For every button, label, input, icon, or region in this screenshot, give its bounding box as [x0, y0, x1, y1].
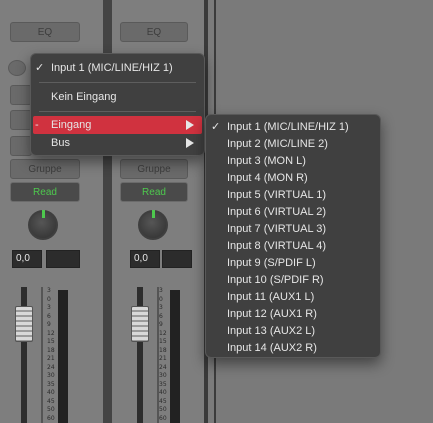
checkmark-icon: ✓	[35, 62, 45, 74]
scale-tick-label: 3	[47, 304, 51, 311]
submenu-item-label: Input 11 (AUX1 L)	[227, 291, 315, 303]
send-value	[162, 250, 192, 268]
submenu-item-input[interactable]: Input 6 (VIRTUAL 2)	[206, 203, 380, 221]
scale-tick-label: 15	[47, 338, 55, 345]
pan-knob[interactable]	[138, 210, 168, 240]
scale-tick-label: 50	[47, 406, 55, 413]
scale-tick-label: 18	[47, 346, 55, 354]
scale-tick-label: 45	[159, 397, 167, 405]
submenu-item-input[interactable]: Input 13 (AUX2 L)	[206, 322, 380, 340]
menu-item-no-input[interactable]: Kein Eingang	[31, 88, 204, 106]
scale-tick-label: 9	[47, 321, 51, 328]
menu-separator	[39, 82, 196, 83]
submenu-item-label: Input 8 (VIRTUAL 4)	[227, 240, 327, 252]
menu-separator	[39, 111, 196, 112]
scale-tick-label: 12	[159, 329, 167, 337]
scale-tick-label: 21	[47, 355, 55, 362]
submenu-item-input[interactable]: Input 2 (MIC/LINE 2)	[206, 135, 380, 153]
submenu-item-label: Input 10 (S/PDIF R)	[227, 274, 324, 286]
submenu-item-input[interactable]: Input 14 (AUX2 R)	[206, 339, 380, 357]
scale-tick-label: 35	[159, 380, 167, 388]
fader-ruler	[41, 287, 43, 423]
submenu-item-input[interactable]: Input 12 (AUX1 R)	[206, 305, 380, 323]
scale-tick-label: 3	[159, 304, 163, 311]
scale-tick-label: 18	[159, 346, 167, 354]
submenu-item-input[interactable]: ✓ Input 1 (MIC/LINE/HIZ 1)	[206, 118, 380, 136]
menu-item-label: Kein Eingang	[51, 91, 117, 103]
eq-button[interactable]: EQ	[10, 22, 80, 42]
scale-tick-label: 30	[159, 372, 167, 379]
scale-tick-label: 24	[47, 363, 55, 371]
submenu-item-label: Input 14 (AUX2 R)	[227, 342, 317, 354]
submenu-item-label: Input 7 (VIRTUAL 3)	[227, 223, 327, 235]
submenu-item-label: Input 5 (VIRTUAL 1)	[227, 189, 327, 201]
submenu-item-input[interactable]: Input 3 (MON L)	[206, 152, 380, 170]
submenu-item-input[interactable]: Input 9 (S/PDIF L)	[206, 254, 380, 272]
dash-icon: -	[35, 119, 39, 131]
submenu-item-label: Input 6 (VIRTUAL 2)	[227, 206, 327, 218]
level-meter	[58, 290, 68, 423]
submenu-item-label: Input 13 (AUX2 L)	[227, 325, 316, 337]
submenu-item-input[interactable]: Input 4 (MON R)	[206, 169, 380, 187]
submenu-item-input[interactable]: Input 8 (VIRTUAL 4)	[206, 237, 380, 255]
menu-item-label: Input 1 (MIC/LINE/HIZ 1)	[51, 62, 173, 74]
scale-tick-label: 24	[159, 363, 167, 371]
submenu-item-label: Input 3 (MON L)	[227, 155, 306, 167]
automation-read-button[interactable]: Read	[10, 182, 80, 202]
automation-read-button[interactable]: Read	[120, 182, 188, 202]
scale-tick-label: 3	[47, 287, 51, 294]
checkmark-icon: ✓	[211, 121, 221, 133]
eq-button[interactable]: EQ	[120, 22, 188, 42]
submenu-arrow-icon	[186, 138, 194, 148]
channel-s-button[interactable]	[10, 110, 32, 130]
level-meter	[170, 290, 180, 423]
send-value	[46, 250, 80, 268]
submenu-arrow-icon	[186, 120, 194, 130]
scale-tick-label: 6	[47, 312, 51, 320]
menu-item-label: Bus	[51, 137, 70, 149]
pan-value: 0,0	[130, 250, 160, 268]
menu-item-label: Eingang	[51, 119, 92, 131]
scale-tick-label: 0	[47, 295, 51, 303]
group-button[interactable]: Gruppe	[10, 159, 80, 179]
scale-tick-label: 50	[159, 406, 167, 413]
group-button[interactable]: Gruppe	[120, 159, 188, 179]
submenu-item-input[interactable]: Input 11 (AUX1 L)	[206, 288, 380, 306]
input-menu: ✓ Input 1 (MIC/LINE/HIZ 1) Kein Eingang …	[30, 53, 205, 156]
scale-tick-label: 60	[159, 414, 167, 422]
menu-item-input[interactable]: - Eingang	[33, 116, 202, 134]
input-submenu: ✓ Input 1 (MIC/LINE/HIZ 1) Input 2 (MIC/LI…	[205, 114, 381, 358]
channel-s2-button[interactable]	[10, 136, 32, 156]
submenu-item-input[interactable]: Input 10 (S/PDIF R)	[206, 271, 380, 289]
scale-tick-label: 35	[47, 380, 55, 388]
submenu-item-label: Input 2 (MIC/LINE 2)	[227, 138, 328, 150]
pan-knob[interactable]	[28, 210, 58, 240]
submenu-item-label: Input 12 (AUX1 R)	[227, 308, 317, 320]
scale-tick-label: 30	[47, 372, 55, 379]
pan-value: 0,0	[12, 250, 42, 268]
submenu-item-label: Input 1 (MIC/LINE/HIZ 1)	[227, 121, 349, 133]
scale-tick-label: 15	[159, 338, 167, 345]
scale-tick-label: 45	[47, 397, 55, 405]
scale-tick-label: 60	[47, 414, 55, 422]
submenu-item-input[interactable]: Input 7 (VIRTUAL 3)	[206, 220, 380, 238]
scale-tick-label: 0	[159, 295, 163, 303]
submenu-item-label: Input 4 (MON R)	[227, 172, 308, 184]
volume-fader[interactable]	[15, 306, 33, 342]
scale-tick-label: 3	[159, 287, 163, 294]
channel-a-button[interactable]	[10, 85, 32, 105]
scale-tick-label: 40	[47, 389, 55, 396]
scale-tick-label: 40	[159, 389, 167, 396]
menu-item-bus[interactable]: Bus	[31, 134, 204, 152]
submenu-item-label: Input 9 (S/PDIF L)	[227, 257, 316, 269]
menu-item-current-input[interactable]: ✓ Input 1 (MIC/LINE/HIZ 1)	[31, 59, 204, 77]
scale-tick-label: 21	[159, 355, 167, 362]
input-monitor-button[interactable]	[8, 60, 26, 76]
volume-fader[interactable]	[131, 306, 149, 342]
submenu-item-input[interactable]: Input 5 (VIRTUAL 1)	[206, 186, 380, 204]
scale-tick-label: 6	[159, 312, 163, 320]
scale-tick-label: 9	[159, 321, 163, 328]
scale-tick-label: 12	[47, 329, 55, 337]
